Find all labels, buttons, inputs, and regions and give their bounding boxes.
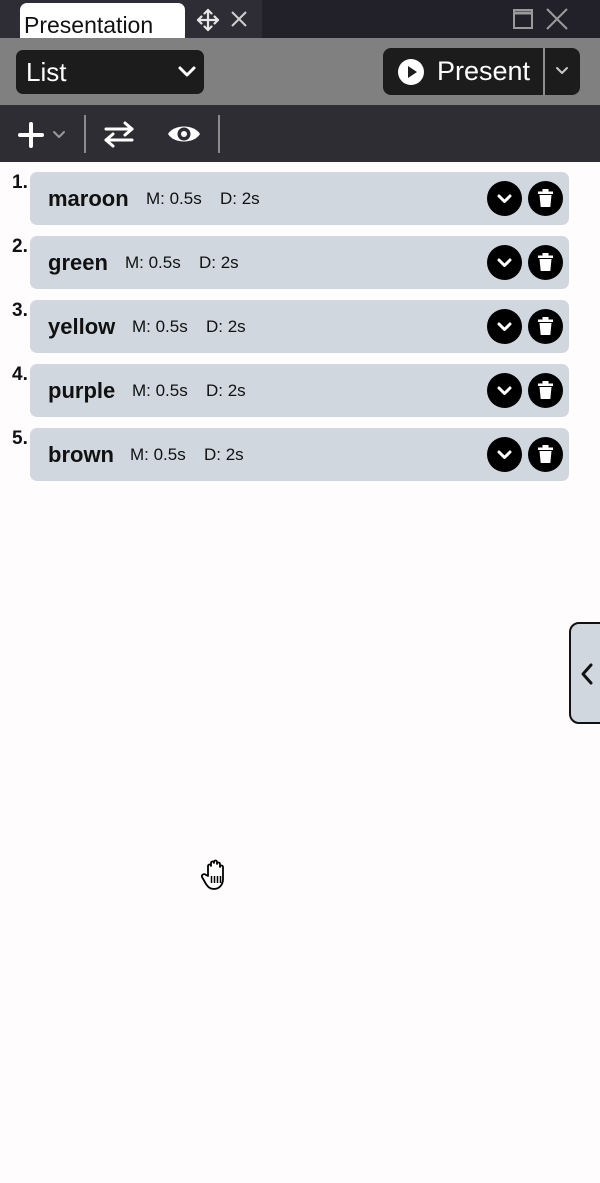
slide-motion: M: 0.5s [132, 317, 188, 336]
chevron-down-icon [178, 66, 196, 77]
window-close-icon[interactable] [545, 7, 569, 31]
move-icon[interactable] [196, 8, 220, 32]
slide-toolbar [0, 105, 600, 162]
hand-cursor-icon [200, 859, 224, 890]
slide-duration: D: 2s [204, 445, 244, 464]
slide-row[interactable]: 3. yellow M: 0.5s D: 2s [0, 294, 600, 353]
eye-icon[interactable] [166, 119, 202, 149]
present-button-group: Present [383, 48, 580, 95]
toolbar-divider [84, 115, 86, 153]
slide-motion: M: 0.5s [125, 253, 181, 272]
expand-slide-button[interactable] [487, 437, 522, 472]
slide-name: purple [48, 378, 116, 403]
delete-slide-button[interactable] [528, 245, 563, 280]
slide-duration: D: 2s [220, 189, 260, 208]
delete-slide-button[interactable] [528, 181, 563, 216]
expand-slide-button[interactable] [487, 309, 522, 344]
delete-slide-button[interactable] [528, 309, 563, 344]
mode-select-value: List [26, 57, 67, 87]
play-icon [398, 59, 424, 85]
maximize-icon[interactable] [511, 8, 535, 30]
chevron-left-icon [581, 663, 593, 685]
slide-row[interactable]: 1. maroon M: 0.5s D: 2s [0, 166, 600, 225]
slide-motion: M: 0.5s [132, 381, 188, 400]
slide-number: 2. [12, 236, 28, 257]
delete-slide-button[interactable] [528, 373, 563, 408]
slide-name: maroon [48, 186, 129, 211]
slide-motion: M: 0.5s [130, 445, 186, 464]
tab-presentation[interactable]: Presentation [20, 3, 185, 38]
chevron-down-icon [497, 194, 512, 203]
expand-slide-button[interactable] [487, 181, 522, 216]
expand-slide-button[interactable] [487, 245, 522, 280]
slide-row[interactable]: 4. purple M: 0.5s D: 2s [0, 358, 600, 417]
close-icon[interactable] [229, 9, 249, 29]
present-options-button[interactable] [545, 48, 580, 95]
slide-number: 4. [12, 364, 28, 385]
expand-slide-button[interactable] [487, 373, 522, 408]
slide-row[interactable]: 5. brown M: 0.5s D: 2s [0, 422, 600, 481]
slide-duration: D: 2s [206, 317, 246, 336]
chevron-down-icon [497, 322, 512, 331]
window-tab-bar: Presentation [0, 0, 600, 38]
slide-card[interactable]: green M: 0.5s D: 2s [30, 236, 569, 289]
slide-name: yellow [48, 314, 116, 339]
slide-row[interactable]: 2. green M: 0.5s D: 2s [0, 230, 600, 289]
slide-motion: M: 0.5s [146, 189, 202, 208]
slide-number: 3. [12, 300, 28, 321]
slide-name: brown [48, 442, 114, 467]
trash-icon [538, 189, 553, 207]
slide-number: 1. [12, 172, 28, 193]
trash-icon [538, 445, 553, 463]
slide-card[interactable]: maroon M: 0.5s D: 2s [30, 172, 569, 225]
chevron-down-icon [497, 450, 512, 459]
plus-icon [18, 122, 65, 148]
slide-name: green [48, 250, 108, 275]
delete-slide-button[interactable] [528, 437, 563, 472]
mode-select[interactable]: List [16, 50, 204, 94]
slide-card[interactable]: purple M: 0.5s D: 2s [30, 364, 569, 417]
trash-icon [538, 253, 553, 271]
presentation-header: List Present [0, 38, 600, 105]
trash-icon [538, 317, 553, 335]
slide-card[interactable]: yellow M: 0.5s D: 2s [30, 300, 569, 353]
slide-number: 5. [12, 428, 28, 449]
add-slide-button[interactable] [14, 119, 70, 149]
slide-duration: D: 2s [206, 381, 246, 400]
chevron-down-icon [497, 258, 512, 267]
present-button[interactable]: Present [383, 48, 544, 95]
present-label: Present [437, 56, 531, 86]
slide-card[interactable]: brown M: 0.5s D: 2s [30, 428, 569, 481]
trash-icon [538, 381, 553, 399]
chevron-down-icon [556, 67, 568, 74]
chevron-down-icon [497, 386, 512, 395]
side-panel-toggle[interactable] [569, 622, 600, 724]
swap-arrows-icon[interactable] [102, 120, 136, 148]
slide-duration: D: 2s [199, 253, 239, 272]
toolbar-divider [218, 115, 220, 153]
